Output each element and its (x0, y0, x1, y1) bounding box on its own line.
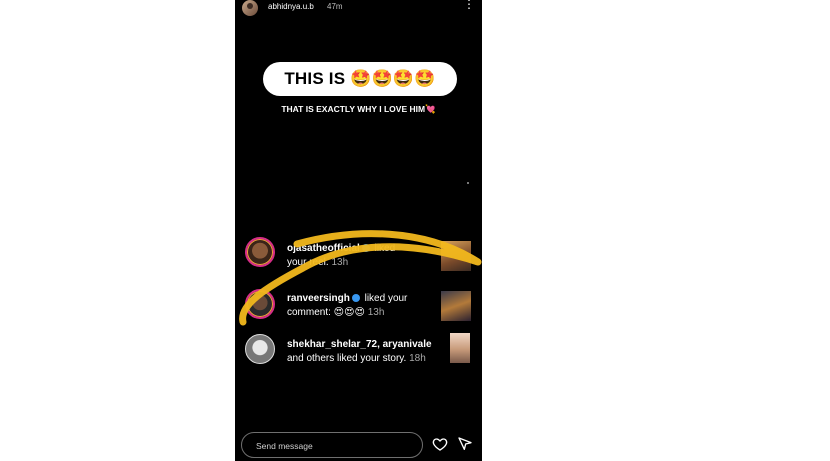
notification-line2: your reel. (287, 257, 329, 268)
headline-sticker: THIS IS 🤩🤩🤩🤩 (263, 62, 457, 96)
send-icon[interactable] (457, 436, 473, 452)
story-header: abhidnya.u.b 47m ⋮ (235, 0, 482, 16)
avatar (245, 289, 275, 319)
post-thumbnail (450, 333, 470, 363)
story-avatar[interactable] (242, 0, 258, 16)
notification-action: liked (374, 243, 396, 254)
story-username[interactable]: abhidnya.u.b (268, 2, 314, 11)
notification-row: shekhar_shelar_72, aryanivale and others… (235, 332, 482, 370)
notification-text: ojasatheofficial liked your reel. 13h (287, 242, 437, 270)
notification-row: ojasatheofficial liked your reel. 13h (235, 236, 482, 274)
avatar (245, 334, 275, 364)
decorative-dot (467, 182, 469, 184)
notification-username: shekhar_shelar_72, aryanivale (287, 339, 432, 350)
post-thumbnail (441, 241, 471, 271)
headline-text: THIS IS 🤩🤩🤩🤩 (284, 69, 436, 88)
verified-icon (351, 294, 360, 303)
notification-time: 13h (331, 257, 349, 268)
notification-username: ojasatheofficial (287, 243, 360, 254)
post-thumbnail (441, 291, 471, 321)
notification-text: shekhar_shelar_72, aryanivale and others… (287, 338, 437, 366)
heart-icon[interactable] (432, 436, 448, 452)
notification-action: liked your (364, 293, 408, 304)
story-viewer[interactable]: abhidnya.u.b 47m ⋮ THIS IS 🤩🤩🤩🤩 THAT IS … (235, 0, 482, 461)
more-icon[interactable]: ⋮ (463, 0, 475, 10)
notification-time: 18h (409, 353, 426, 364)
notification-row: ranveersingh liked your comment: 😍😍😍 13h (235, 286, 482, 324)
story-timestamp: 47m (327, 2, 343, 11)
avatar (245, 237, 275, 267)
notification-text: ranveersingh liked your comment: 😍😍😍 13h (287, 292, 437, 320)
notification-time: 13h (367, 307, 385, 318)
verified-icon (361, 244, 370, 253)
send-message-placeholder: Send message (256, 441, 313, 451)
notification-username: ranveersingh (287, 293, 350, 304)
subtitle-text: THAT IS EXACTLY WHY I LOVE HIM💘 (281, 104, 436, 114)
notification-line2: and others liked your story. (287, 353, 407, 364)
send-message-input[interactable]: Send message (241, 432, 423, 458)
notification-line2: comment: 😍😍😍 (287, 307, 365, 318)
